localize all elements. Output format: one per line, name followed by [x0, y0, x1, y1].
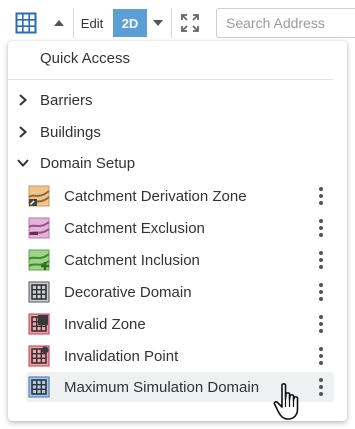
layer-item-invalid-zone[interactable]: Invalid Zone: [26, 309, 334, 339]
chevron-right-icon: [8, 85, 38, 115]
toolbar-divider: [171, 8, 172, 38]
more-options-icon[interactable]: [314, 250, 328, 270]
collapse-caret-up-icon[interactable]: [48, 9, 70, 37]
layer-item-decorative-domain[interactable]: Decorative Domain: [26, 277, 334, 307]
hand-cursor-icon: [273, 383, 299, 420]
group-domain-setup[interactable]: Domain Setup: [8, 148, 338, 178]
group-label: Buildings: [40, 123, 101, 141]
layers-menu: Quick Access Barriers Buildings Domain S…: [8, 41, 347, 421]
more-options-icon[interactable]: [314, 314, 328, 334]
fullscreen-icon[interactable]: [176, 9, 204, 37]
layer-item-label: Invalid Zone: [64, 315, 146, 333]
more-options-icon[interactable]: [314, 346, 328, 366]
quick-access-item[interactable]: Quick Access: [40, 50, 130, 67]
maximum-simulation-domain-icon: [28, 376, 50, 398]
layer-item-catchment-derivation-zone[interactable]: Catchment Derivation Zone: [26, 181, 334, 211]
group-label: Domain Setup: [40, 154, 136, 172]
view-mode-dropdown-icon[interactable]: [148, 9, 168, 37]
chevron-right-icon: [8, 117, 38, 147]
layer-item-label: Catchment Derivation Zone: [64, 187, 247, 205]
edit-button[interactable]: Edit: [76, 9, 108, 37]
layer-item-label: Decorative Domain: [64, 283, 192, 301]
layer-item-catchment-exclusion[interactable]: Catchment Exclusion: [26, 213, 334, 243]
catchment-inclusion-icon: [28, 249, 50, 271]
invalidation-point-icon: [28, 345, 50, 367]
group-barriers[interactable]: Barriers: [8, 85, 338, 115]
layer-item-label: Catchment Inclusion: [64, 251, 200, 269]
more-options-icon[interactable]: [314, 282, 328, 302]
layer-item-label: Catchment Exclusion: [64, 219, 205, 237]
layer-item-label: Invalidation Point: [64, 347, 179, 365]
more-options-icon[interactable]: [314, 377, 328, 397]
more-options-icon[interactable]: [314, 218, 328, 238]
chevron-down-icon: [8, 148, 38, 178]
catchment-derivation-icon: [28, 185, 50, 207]
menu-divider: [8, 79, 333, 80]
decorative-domain-icon: [28, 281, 50, 303]
layer-item-invalidation-point[interactable]: Invalidation Point: [26, 341, 334, 371]
toolbar: Edit 2D: [0, 0, 355, 44]
layer-item-catchment-inclusion[interactable]: Catchment Inclusion: [26, 245, 334, 275]
layer-item-label: Maximum Simulation Domain: [64, 378, 260, 396]
group-buildings[interactable]: Buildings: [8, 117, 338, 147]
more-options-icon[interactable]: [314, 186, 328, 206]
catchment-exclusion-icon: [28, 217, 50, 239]
grid-icon[interactable]: [12, 9, 40, 37]
toolbar-divider: [73, 8, 74, 38]
view-mode-2d-button[interactable]: 2D: [113, 9, 147, 37]
search-address-input[interactable]: [216, 8, 355, 38]
group-label: Barriers: [40, 91, 93, 109]
invalid-zone-icon: [28, 313, 50, 335]
